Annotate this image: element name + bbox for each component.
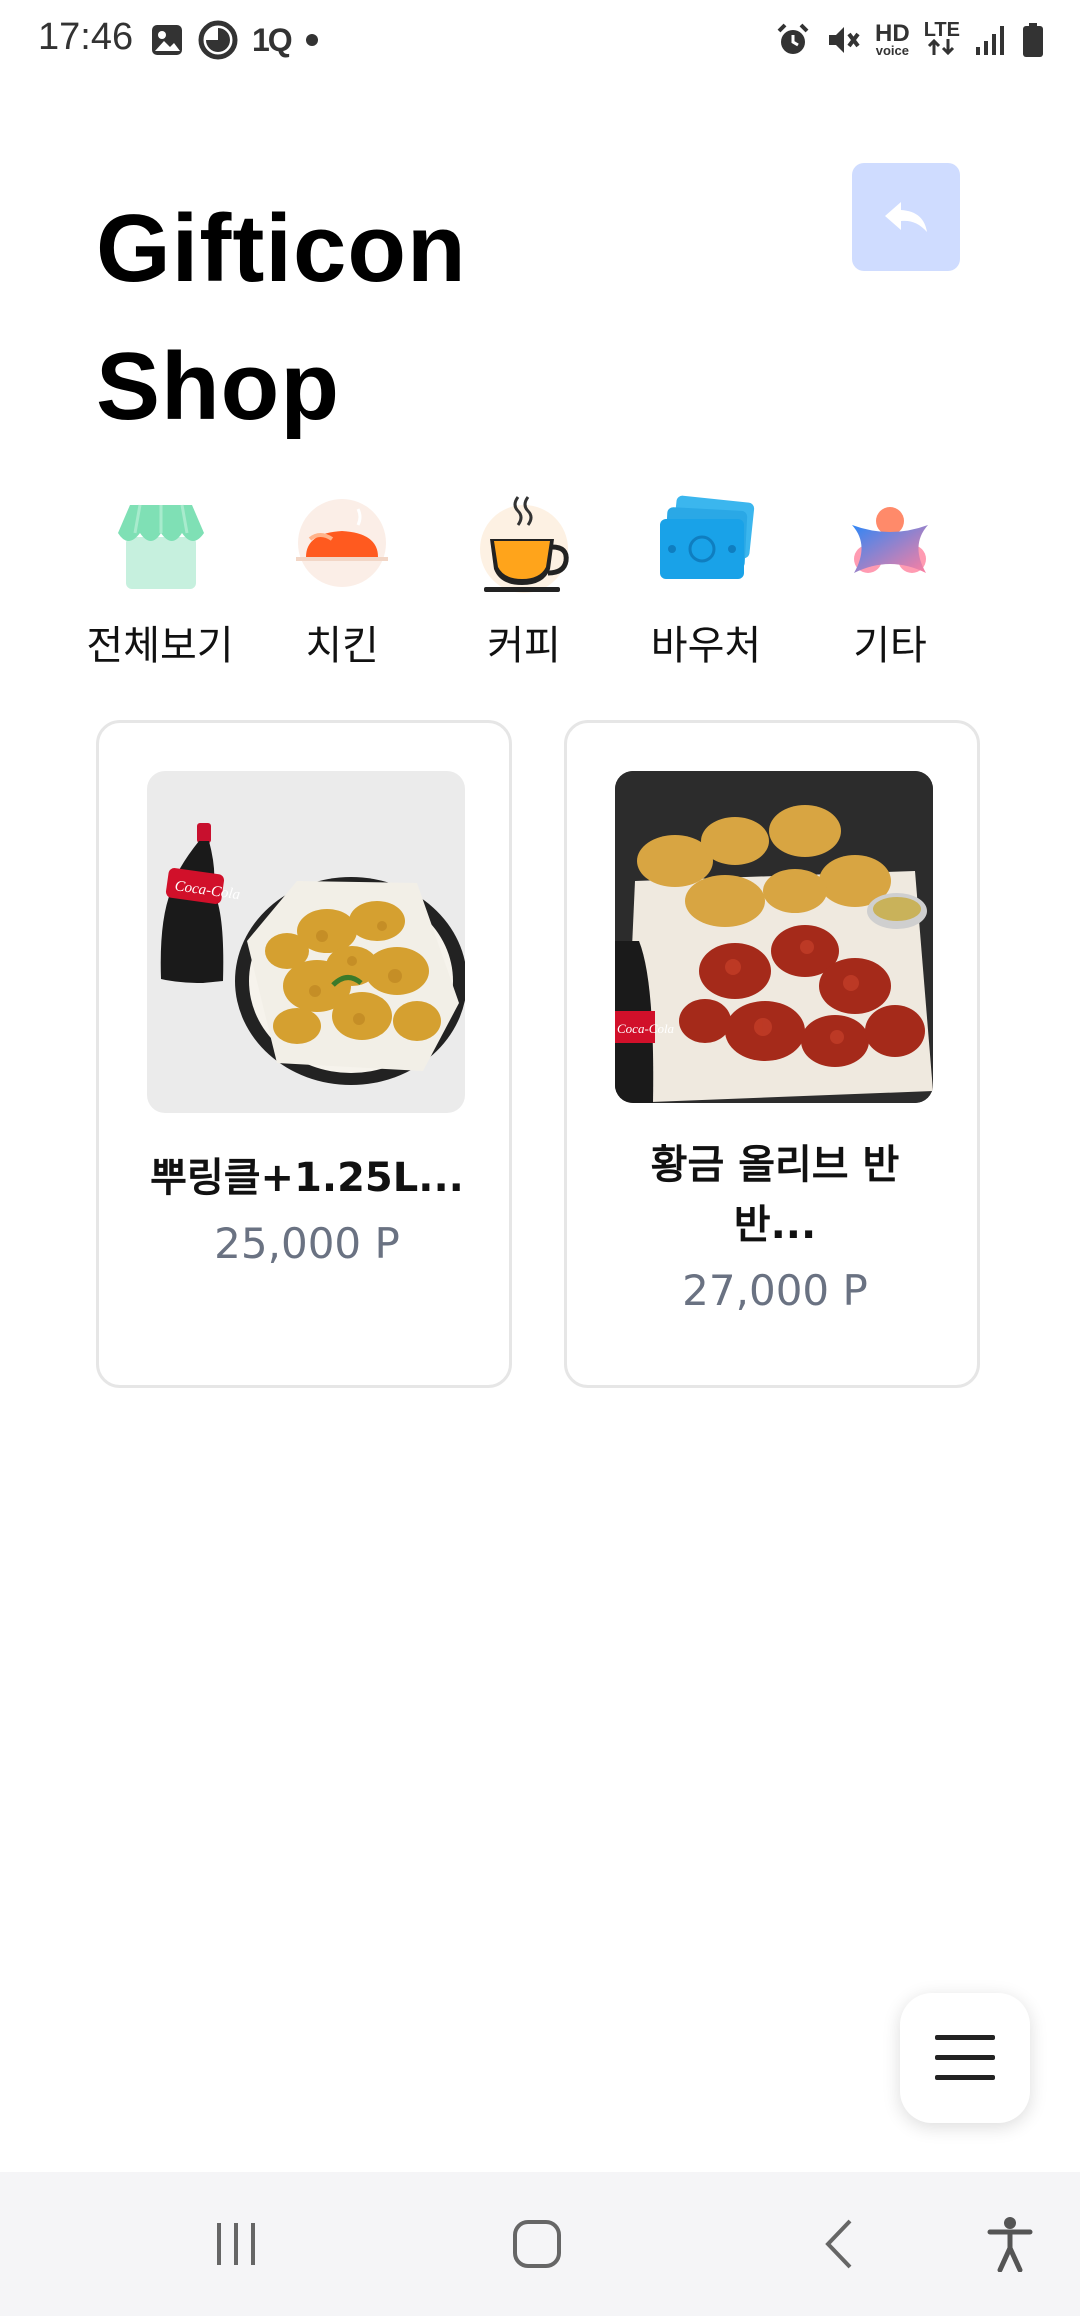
battery-icon (1023, 23, 1043, 57)
back-icon (825, 2219, 852, 2269)
signal-icon (976, 26, 1004, 55)
category-label: 바우처 (650, 623, 762, 669)
category-bar: 전체보기 치킨 커피 바우처 기타 (70, 485, 1010, 675)
status-bar: 17:46 1Q HD voice LTE (0, 0, 1080, 80)
menu-icon (935, 2035, 995, 2080)
one-q-icon: 1Q (252, 21, 293, 58)
chicken-icon (296, 499, 388, 587)
product-image: Coca-Cola (147, 771, 465, 1113)
category-label: 치킨 (305, 623, 379, 669)
product-name-line1: 황금 올리브 반 (650, 1142, 900, 1188)
reply-arrow-icon (885, 202, 927, 232)
system-nav-bar (0, 2172, 1080, 2316)
voucher-icon (660, 495, 755, 579)
category-label: 전체보기 (86, 623, 234, 669)
product-price: 27,000 P (682, 1266, 868, 1315)
category-coffee[interactable]: 커피 (434, 485, 614, 675)
mute-icon (829, 27, 860, 53)
nav-back-button[interactable] (800, 2212, 880, 2276)
home-button[interactable] (497, 2212, 577, 2276)
etc-icon (852, 507, 928, 573)
store-icon (118, 504, 204, 589)
recent-apps-icon (217, 2223, 255, 2265)
status-right-icons: HD voice LTE (775, 18, 1044, 62)
category-etc[interactable]: 기타 (800, 485, 980, 675)
image-icon (152, 25, 182, 55)
page-title: Gifticon Shop (96, 180, 467, 456)
page-title-line1: Gifticon (96, 195, 467, 302)
product-name-line2: 반... (733, 1202, 817, 1248)
status-time: 17:46 (38, 16, 134, 58)
coffee-icon (480, 496, 569, 593)
category-all[interactable]: 전체보기 (70, 485, 250, 675)
category-chicken[interactable]: 치킨 (252, 485, 432, 675)
home-icon (513, 2220, 561, 2268)
menu-fab-button[interactable] (900, 1993, 1030, 2123)
category-label: 기타 (853, 623, 927, 669)
accessibility-button[interactable] (970, 2212, 1050, 2276)
dot-icon (305, 34, 318, 46)
recent-apps-button[interactable] (196, 2212, 276, 2276)
product-card[interactable]: Coca-Cola 황금 올리브 반 반... 27,000 P (564, 720, 980, 1388)
product-name: 황금 올리브 반 반... (587, 1135, 963, 1255)
product-image: Coca-Cola (615, 771, 933, 1103)
back-button[interactable] (852, 163, 960, 271)
hd-voice-icon: HD voice (875, 20, 910, 58)
accessibility-icon (987, 2217, 1033, 2272)
product-name: 뿌링클+1.25L... (150, 1155, 464, 1201)
page-title-line2: Shop (96, 333, 340, 440)
product-price: 25,000 P (214, 1219, 400, 1268)
status-left-icons: 1Q (150, 20, 319, 60)
timer-icon (198, 20, 238, 60)
category-voucher[interactable]: 바우처 (616, 485, 796, 675)
svg-text:Coca-Cola: Coca-Cola (617, 1021, 675, 1036)
alarm-icon (777, 23, 809, 54)
category-label: 커피 (487, 623, 561, 669)
lte-icon: LTE (924, 20, 960, 59)
product-card[interactable]: Coca-Cola 뿌링클+1.25L... 25,000 P (96, 720, 512, 1388)
